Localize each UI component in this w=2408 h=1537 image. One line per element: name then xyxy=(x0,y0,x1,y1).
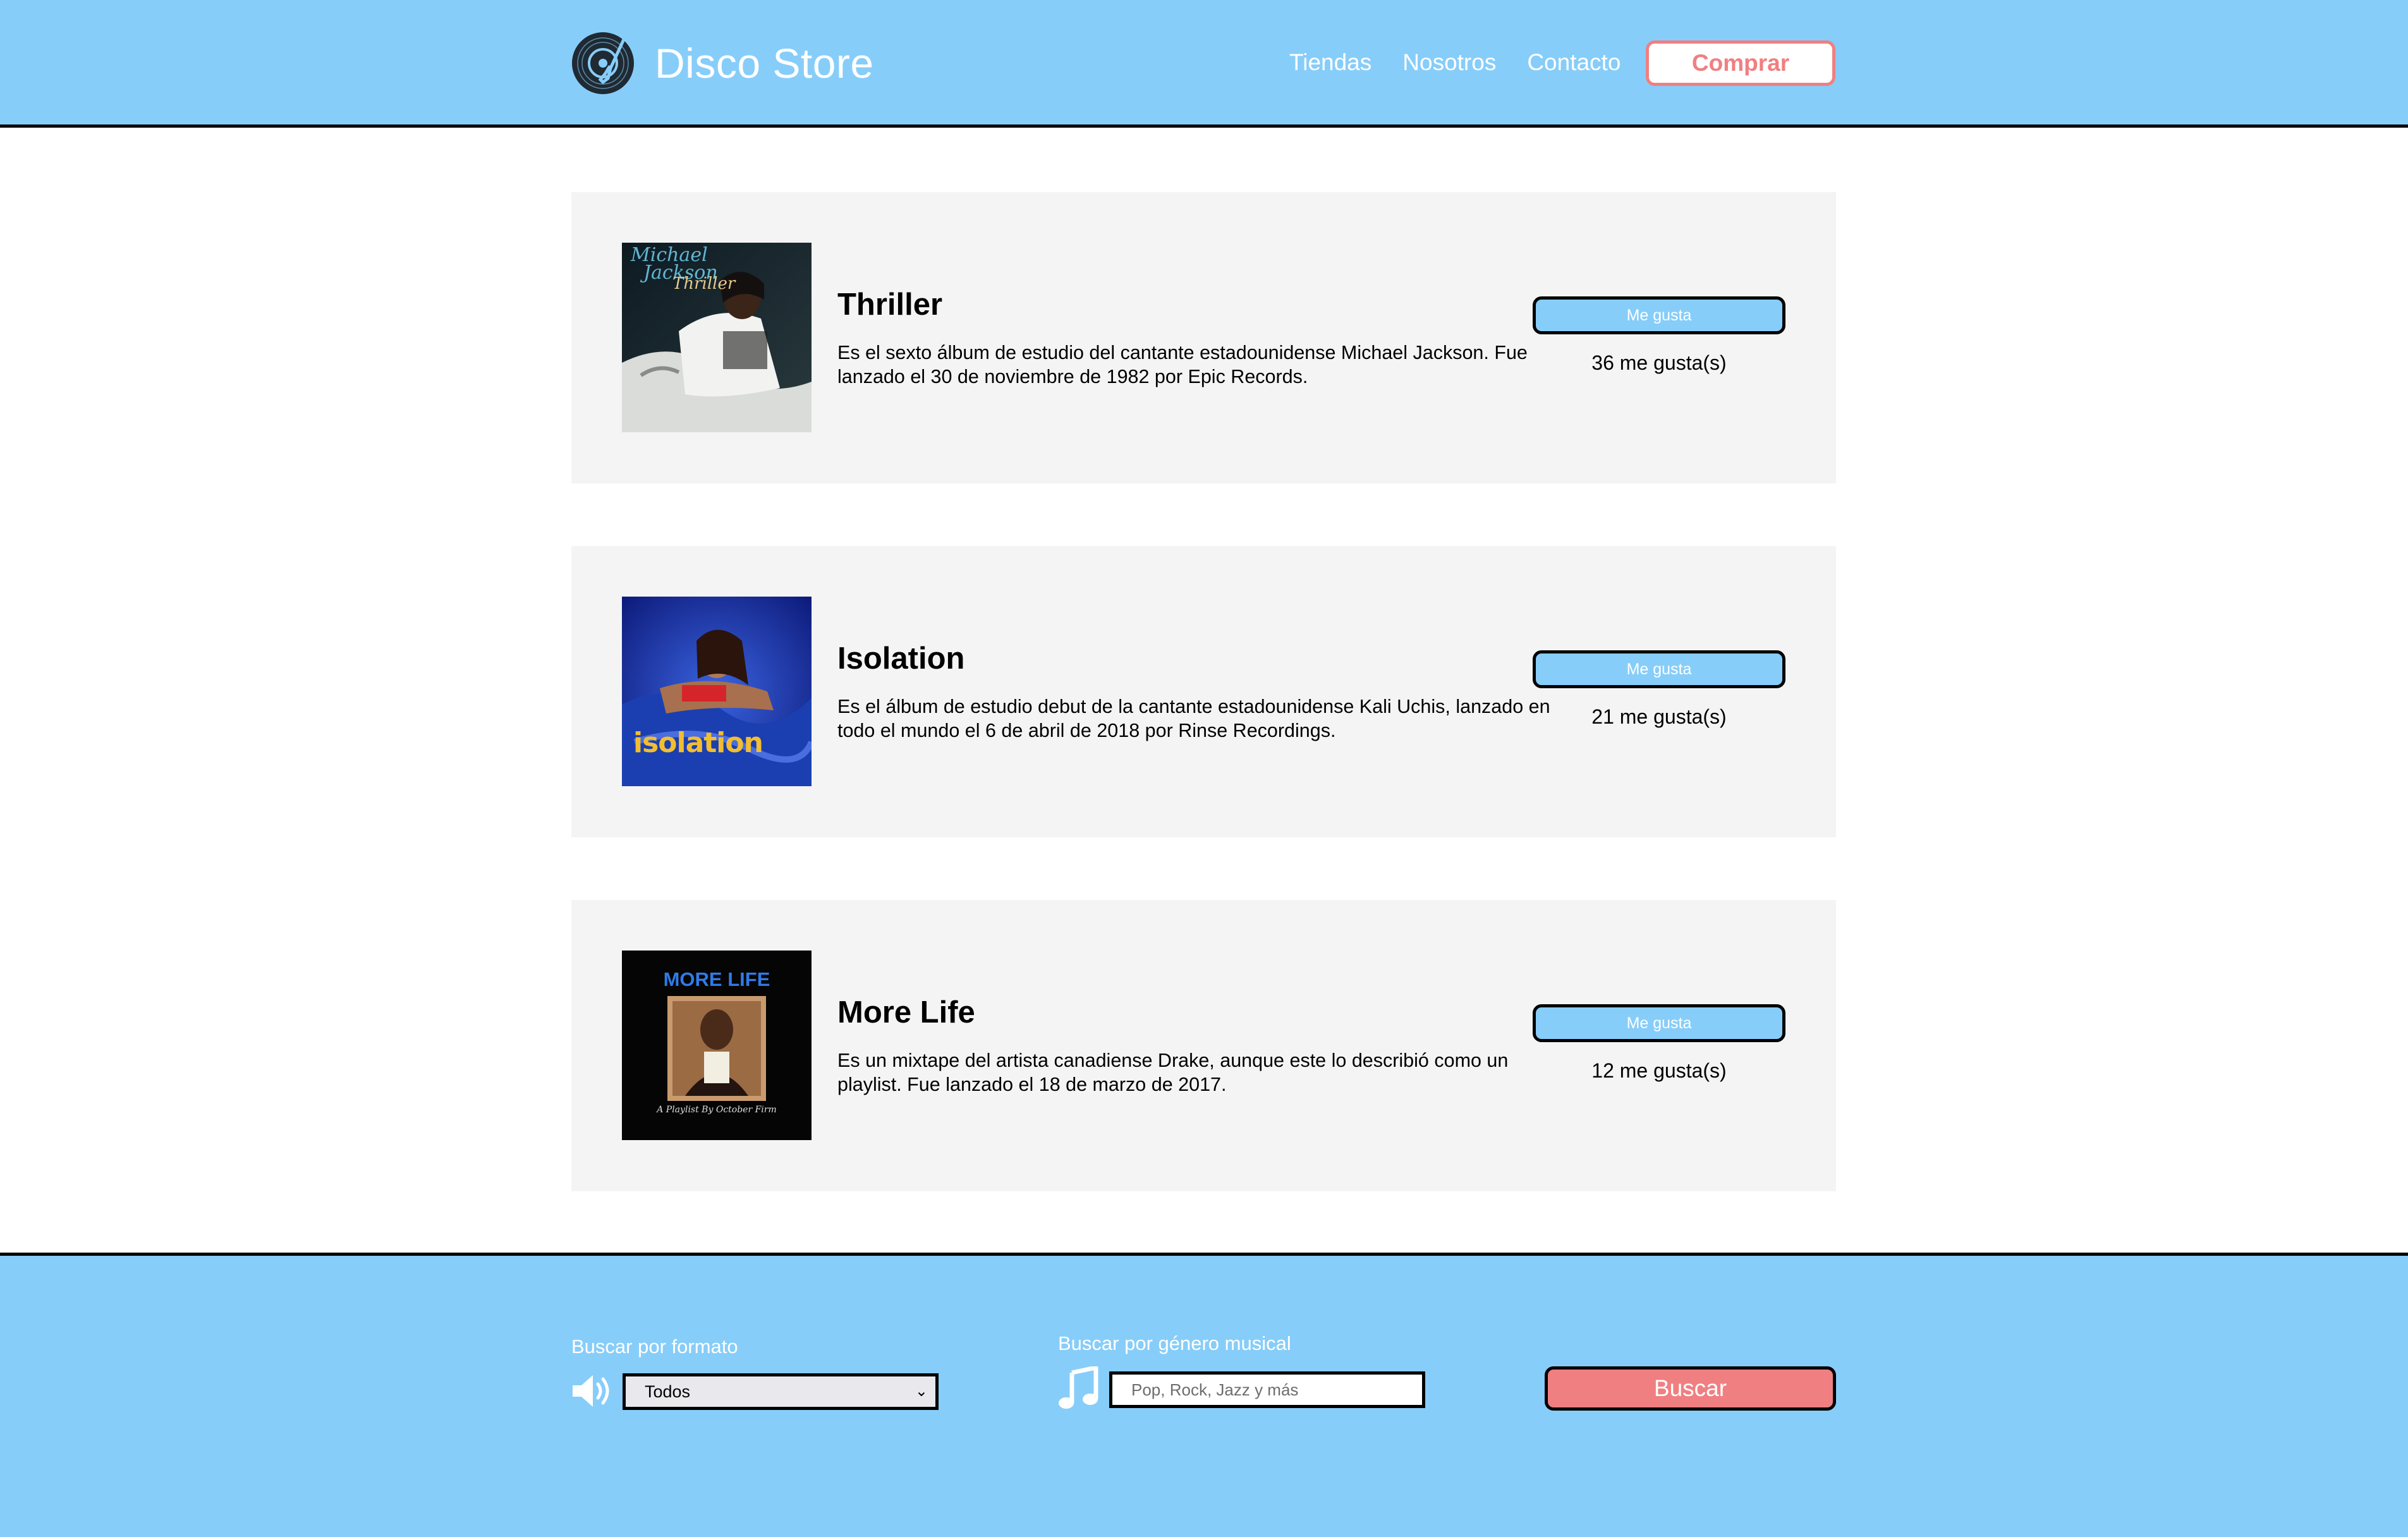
site-header: Disco Store Tiendas Nosotros Contacto Co… xyxy=(0,0,2408,128)
album-card-more-life: MORE LIFE A Playlist By October Firm Mor… xyxy=(571,900,1836,1191)
nav-link-nosotros[interactable]: Nosotros xyxy=(1402,42,1496,83)
cover-text: MORE LIFE xyxy=(663,968,770,990)
nav-link-contacto[interactable]: Contacto xyxy=(1527,42,1621,83)
likes-count: 12 me gusta(s) xyxy=(1591,1059,1727,1082)
format-label: Buscar por formato xyxy=(571,1335,738,1358)
comprar-button[interactable]: Comprar xyxy=(1646,40,1835,86)
like-button[interactable]: Me gusta xyxy=(1533,650,1785,688)
buscar-button[interactable]: Buscar xyxy=(1545,1366,1836,1411)
genre-label: Buscar por género musical xyxy=(1058,1332,1291,1354)
format-select[interactable]: Todos ⌄ xyxy=(623,1373,939,1410)
album-description: Es el álbum de estudio debut de la canta… xyxy=(837,696,1550,741)
album-description: Es un mixtape del artista canadiense Dra… xyxy=(837,1050,1509,1095)
like-button[interactable]: Me gusta xyxy=(1533,296,1785,334)
likes-count: 36 me gusta(s) xyxy=(1591,351,1727,374)
cover-text: isolation xyxy=(633,727,763,759)
nav-link-tiendas[interactable]: Tiendas xyxy=(1289,42,1371,83)
chevron-down-icon: ⌄ xyxy=(915,1383,928,1400)
album-title: Thriller xyxy=(837,288,943,322)
album-cover-isolation: isolation xyxy=(622,597,812,786)
main-nav: Tiendas Nosotros Contacto xyxy=(1289,42,1651,83)
like-button[interactable]: Me gusta xyxy=(1533,1004,1785,1042)
cover-text: Thriller xyxy=(672,274,736,293)
album-title: Isolation xyxy=(837,641,965,676)
album-card-isolation: isolation Isolation Es el álbum de estud… xyxy=(571,546,1836,837)
brand-name: Disco Store xyxy=(655,40,874,87)
vinyl-record-icon xyxy=(572,32,634,94)
music-note-icon xyxy=(1059,1366,1098,1409)
genre-search-input[interactable]: Pop, Rock, Jazz y más xyxy=(1109,1371,1425,1408)
likes-count: 21 me gusta(s) xyxy=(1591,705,1727,728)
album-description: Es el sexto álbum de estudio del cantant… xyxy=(837,342,1528,387)
brand[interactable]: Disco Store xyxy=(571,30,874,96)
cover-text: A Playlist By October Firm xyxy=(657,1105,777,1115)
album-card-thriller: Michael Jackson Thriller Thriller Es el … xyxy=(571,192,1836,483)
album-cover-thriller: Michael Jackson Thriller xyxy=(622,243,812,432)
album-title: More Life xyxy=(837,995,975,1030)
format-selected-value: Todos xyxy=(645,1382,691,1401)
album-cover-more-life: MORE LIFE A Playlist By October Firm xyxy=(622,951,812,1140)
speaker-icon xyxy=(573,1375,609,1407)
